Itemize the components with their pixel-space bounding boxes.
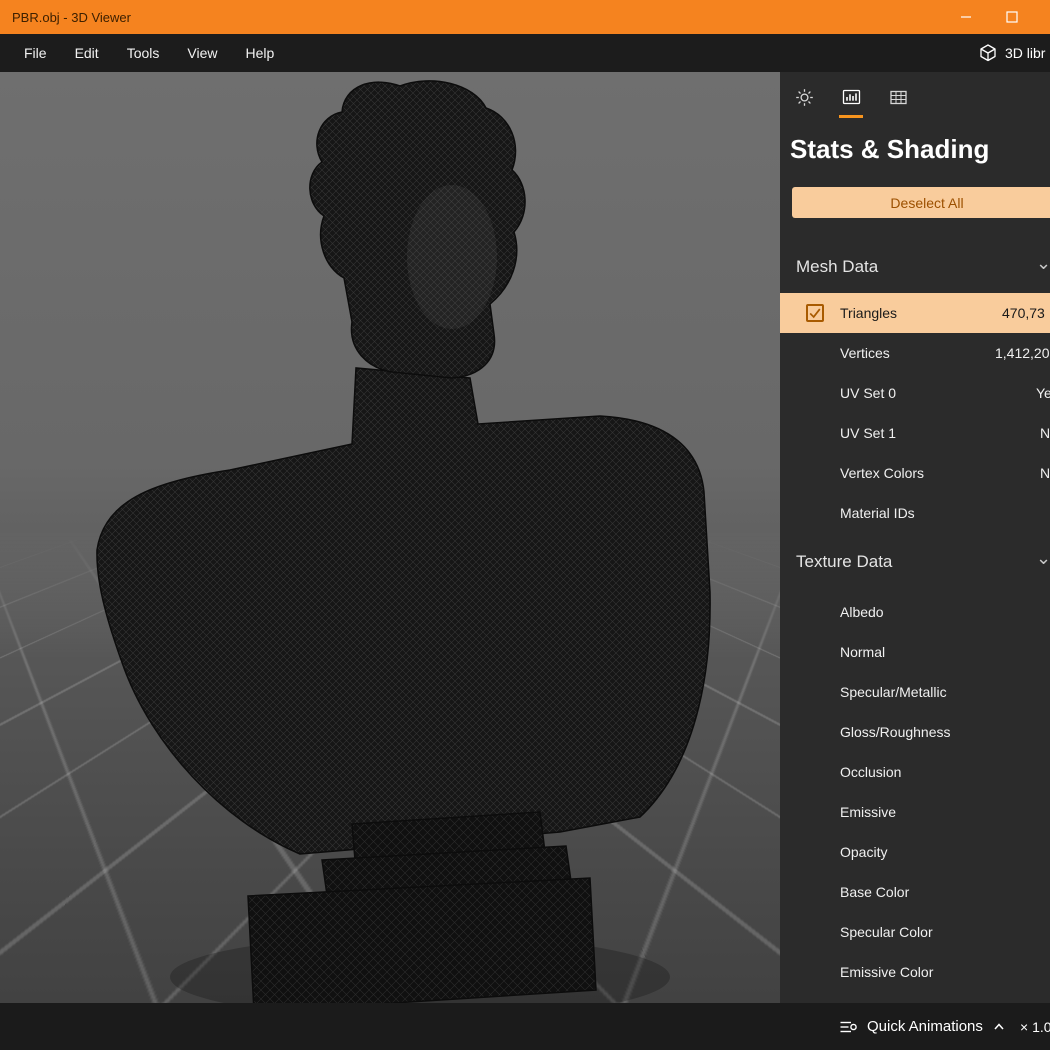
row-value: Ye — [1036, 385, 1050, 401]
texture-data-header[interactable]: Texture Data ⌄ — [780, 544, 1050, 580]
menu-tools[interactable]: Tools — [113, 34, 174, 72]
row-label: Specular Color — [840, 924, 933, 940]
row-uv-set-1[interactable]: UV Set 1 N — [780, 413, 1050, 453]
row-value: 1,412,20 — [995, 345, 1050, 361]
row-base-color[interactable]: Base Color — [780, 872, 1050, 912]
texture-data-header-label: Texture Data — [796, 552, 893, 571]
row-label: UV Set 0 — [840, 385, 897, 401]
panel-tabs — [792, 88, 910, 118]
window-controls — [943, 0, 1035, 34]
maximize-icon — [1006, 11, 1018, 23]
mesh-data-header[interactable]: Mesh Data ⌄ — [780, 249, 1050, 285]
tab-stats[interactable] — [839, 88, 863, 118]
row-emissive-color[interactable]: Emissive Color — [780, 952, 1050, 992]
row-uv-set-0[interactable]: UV Set 0 Ye — [780, 373, 1050, 413]
playback-speed-label: × 1.0 — [1020, 1018, 1050, 1035]
row-label: Specular/Metallic — [840, 684, 947, 700]
menu-edit[interactable]: Edit — [61, 34, 113, 72]
maximize-button[interactable] — [989, 0, 1035, 34]
menu-help[interactable]: Help — [231, 34, 288, 72]
row-material-ids[interactable]: Material IDs — [780, 493, 1050, 533]
row-label: Normal — [840, 644, 886, 660]
row-albedo[interactable]: Albedo — [780, 592, 1050, 632]
row-label: Occlusion — [840, 764, 902, 780]
panel-title: Stats & Shading — [790, 134, 990, 164]
row-label: Vertex Colors — [840, 465, 925, 481]
row-label: Material IDs — [840, 505, 915, 521]
bust-torso — [96, 367, 711, 855]
mesh-data-rows: Triangles 470,73 Vertices 1,412,20 UV Se… — [780, 293, 1050, 533]
title-bar: PBR.obj - 3D Viewer — [0, 0, 1050, 34]
texture-data-rows: Albedo Normal Specular/Metallic Gloss/Ro… — [780, 592, 1050, 992]
row-specular-color[interactable]: Specular Color — [780, 912, 1050, 952]
row-label: Gloss/Roughness — [840, 724, 951, 740]
chevron-down-icon: ⌄ — [1036, 548, 1050, 568]
menu-view[interactable]: View — [173, 34, 231, 72]
quick-animations-button[interactable]: Quick Animations — [838, 1003, 1006, 1050]
viewport-3d[interactable] — [0, 72, 780, 1003]
row-label: Triangles — [840, 305, 898, 321]
row-label: Albedo — [840, 604, 884, 620]
tab-lighting[interactable] — [792, 88, 816, 118]
animation-icon — [840, 1021, 857, 1032]
face-highlight — [407, 185, 497, 329]
row-label: UV Set 1 — [840, 425, 897, 441]
stats-panel: Stats & Shading Deselect All Mesh Data ⌄… — [780, 72, 1050, 1003]
mesh-data-header-label: Mesh Data — [796, 257, 879, 276]
row-normal[interactable]: Normal — [780, 632, 1050, 672]
quick-animations-label: Quick Animations — [867, 1018, 983, 1035]
row-specular-metallic[interactable]: Specular/Metallic — [780, 672, 1050, 712]
grid-icon — [889, 90, 907, 105]
row-label: Vertices — [840, 345, 890, 361]
3d-library-button[interactable]: 3D libr — [978, 34, 1045, 72]
bottom-bar: Quick Animations × 1.0 — [0, 1003, 1050, 1050]
menu-file[interactable]: File — [0, 34, 61, 72]
sun-icon — [795, 89, 813, 106]
row-value: N — [1040, 465, 1050, 481]
row-occlusion[interactable]: Occlusion — [780, 752, 1050, 792]
row-label: Emissive Color — [840, 964, 934, 980]
cube-icon — [980, 44, 996, 62]
model-bust-wireframe[interactable] — [0, 72, 780, 1003]
row-label: Emissive — [840, 804, 897, 820]
menu-bar: File Edit Tools View Help 3D libr — [0, 34, 1050, 72]
minimize-icon — [961, 16, 971, 18]
pedestal-base — [247, 877, 597, 1003]
deselect-all-button[interactable]: Deselect All — [792, 187, 1050, 218]
tab-grid[interactable] — [886, 88, 910, 118]
row-triangles[interactable]: Triangles 470,73 — [780, 293, 1050, 333]
row-vertex-colors[interactable]: Vertex Colors N — [780, 453, 1050, 493]
row-value: 470,73 — [1002, 305, 1045, 321]
window-title: PBR.obj - 3D Viewer — [12, 9, 131, 25]
row-label: Base Color — [840, 884, 910, 900]
triangles-checkbox[interactable] — [806, 304, 824, 322]
checkmark-icon — [809, 308, 821, 319]
row-opacity[interactable]: Opacity — [780, 832, 1050, 872]
3d-library-label: 3D libr — [1005, 45, 1046, 61]
row-label: Opacity — [840, 844, 888, 860]
row-value: N — [1040, 425, 1050, 441]
row-gloss-roughness[interactable]: Gloss/Roughness — [780, 712, 1050, 752]
minimize-button[interactable] — [943, 0, 989, 34]
row-emissive[interactable]: Emissive — [780, 792, 1050, 832]
row-vertices[interactable]: Vertices 1,412,20 — [780, 333, 1050, 373]
stats-chart-icon — [842, 89, 860, 105]
chevron-up-icon — [994, 1022, 1004, 1029]
chevron-down-icon: ⌄ — [1036, 253, 1050, 273]
